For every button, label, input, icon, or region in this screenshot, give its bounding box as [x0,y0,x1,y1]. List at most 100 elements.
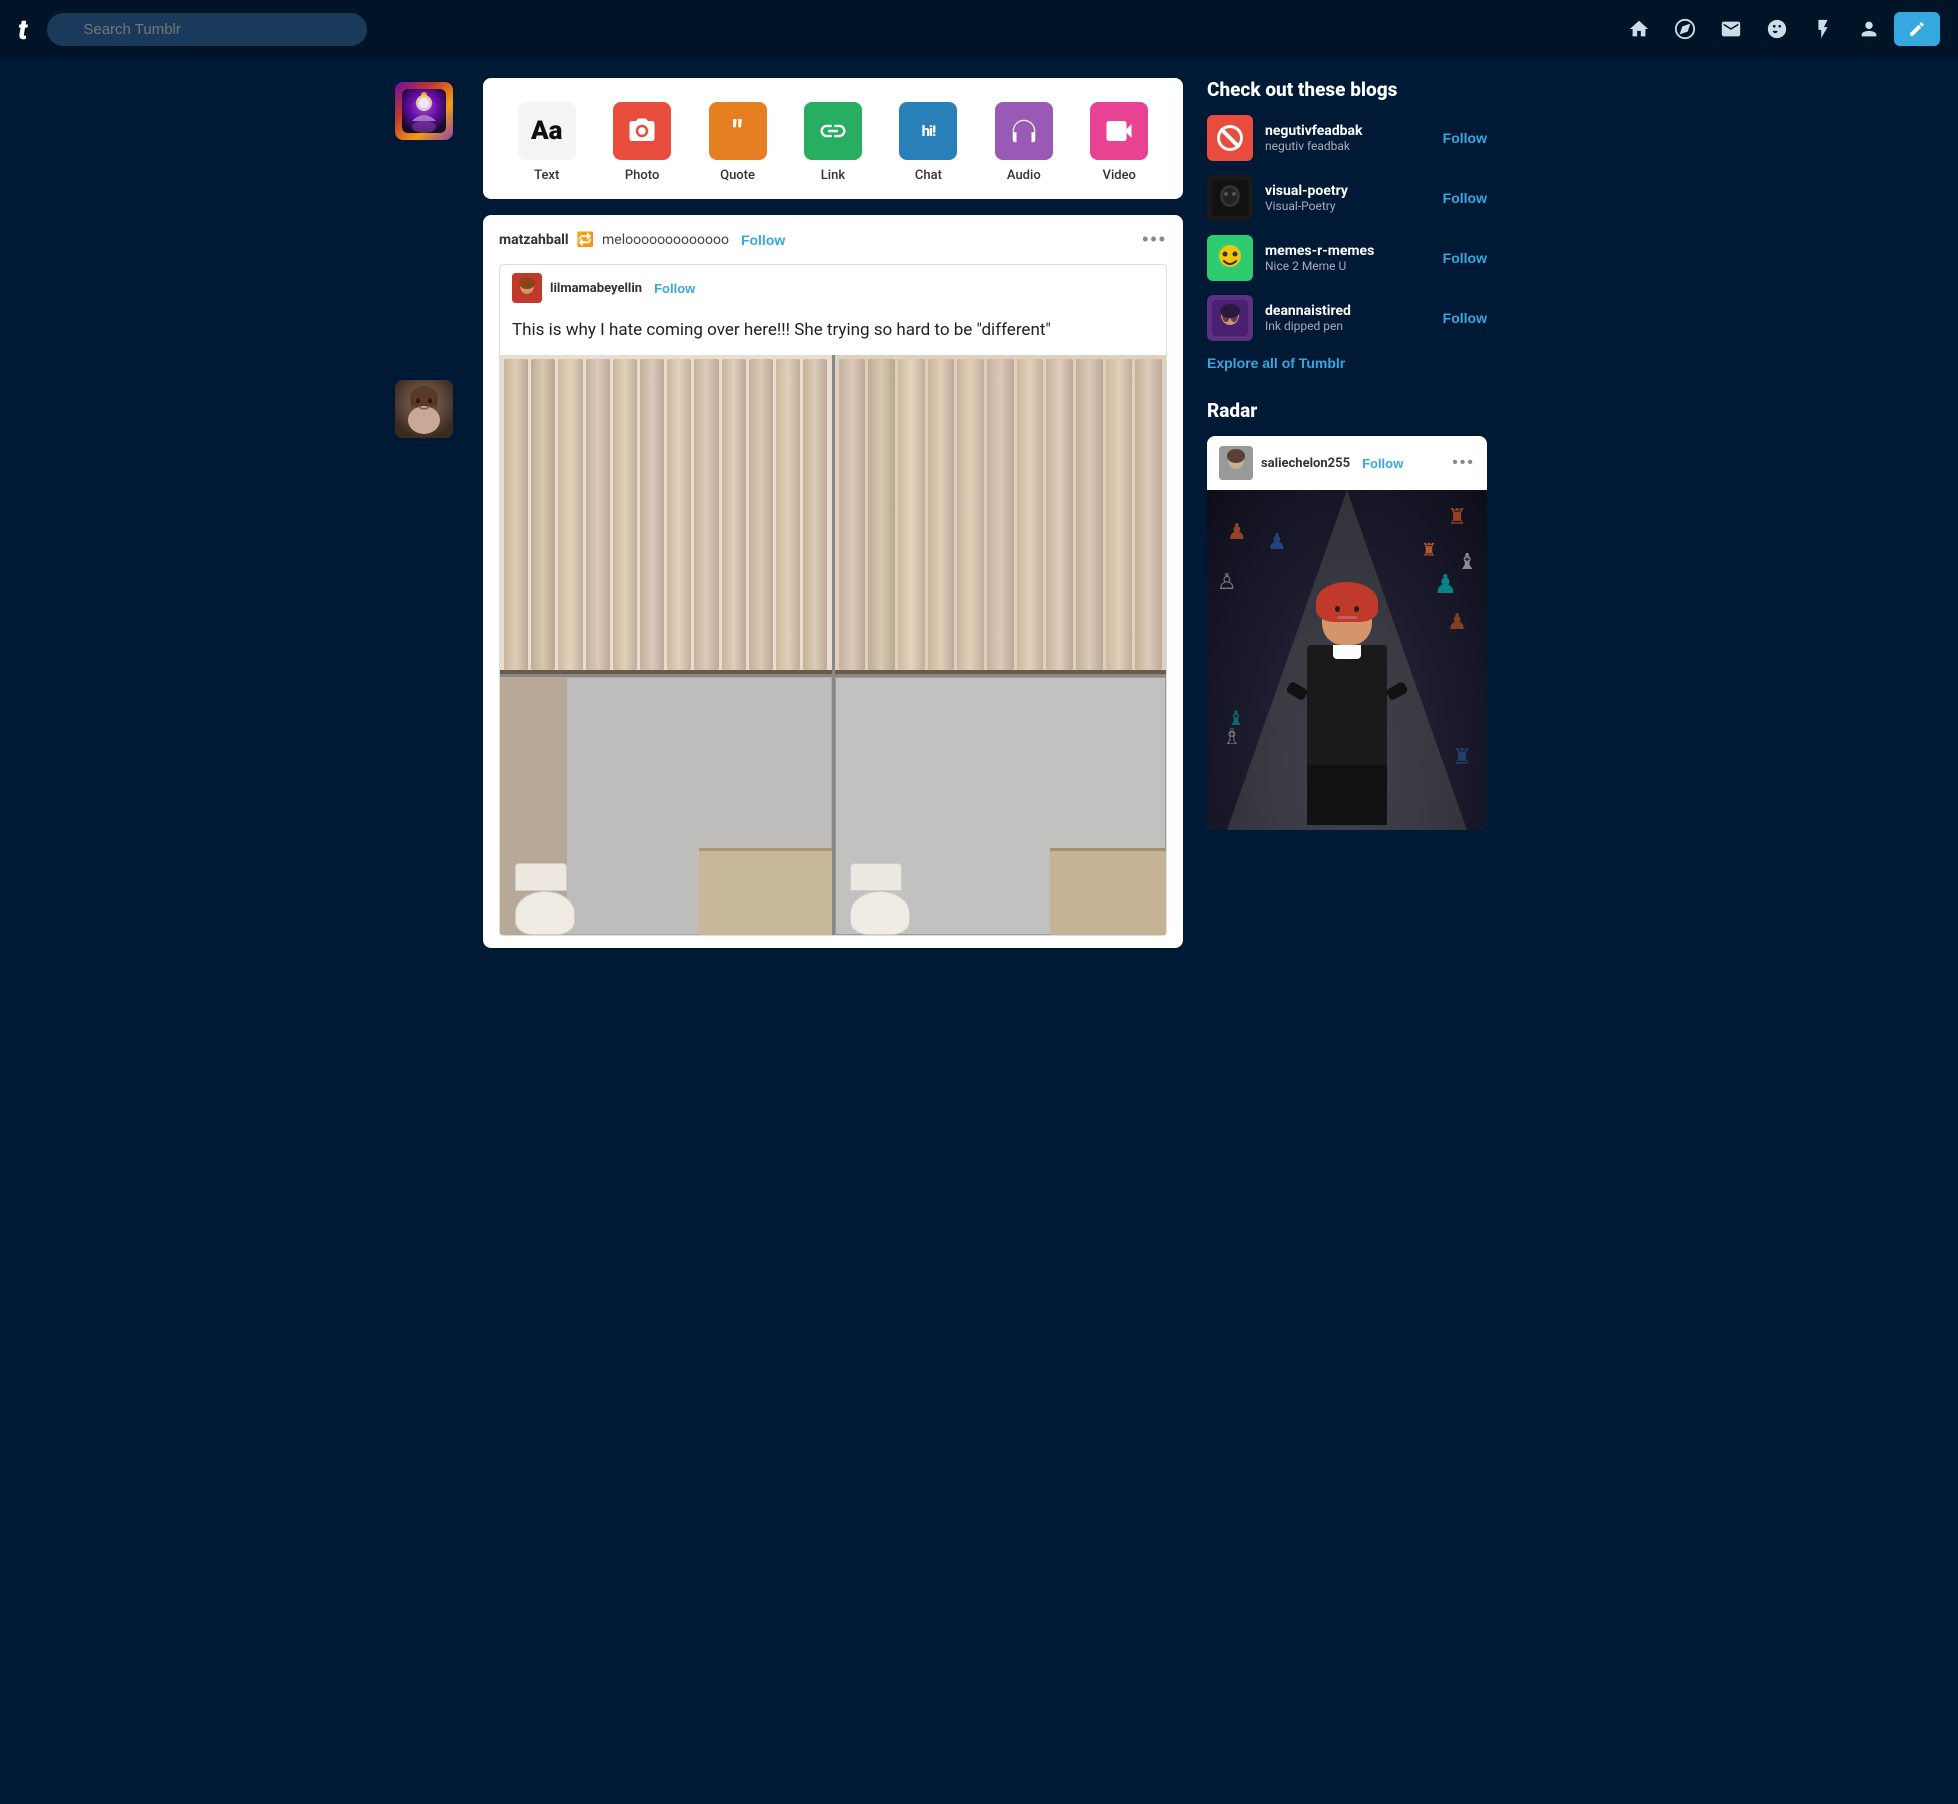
blog-tagline-4: Ink dipped pen [1265,319,1431,333]
post-follow-button[interactable]: Follow [741,232,785,248]
link-label: Link [821,168,845,183]
follow-button-2[interactable]: Follow [1443,190,1487,206]
post-type-quote[interactable]: " Quote [709,102,767,183]
video-label: Video [1103,168,1136,183]
quote-label: Quote [720,168,755,183]
blog-avatar-4[interactable] [1207,295,1253,341]
navbar: t 🔍 [0,0,1958,58]
reblogged-username[interactable]: lilmamabeyellin [550,281,642,296]
follow-button-4[interactable]: Follow [1443,310,1487,326]
quote-icon: " [709,102,767,160]
tumblr-logo[interactable]: t [18,13,27,46]
follow-button-3[interactable]: Follow [1443,250,1487,266]
chess-piece-1: ♟ [1227,520,1247,545]
post-type-text[interactable]: Aa Text [518,102,576,183]
chess-piece-8: ♜ [1452,745,1472,770]
blog-tagline-2: Visual-Poetry [1265,199,1431,213]
video-icon [1090,102,1148,160]
radar-header: saliechelon255 Follow ••• [1207,436,1487,490]
emoji-button[interactable] [1756,10,1798,48]
radar-avatar[interactable] [1219,446,1253,480]
user-avatar-bottom[interactable] [395,380,453,438]
chess-queen-figure [1282,590,1412,830]
post-type-photo[interactable]: Photo [613,102,671,183]
post-more-button[interactable]: ••• [1142,229,1167,250]
audio-label: Audio [1007,168,1041,183]
blog-item-1: negutivfeadbak negutiv feadbak Follow [1207,115,1487,161]
blog-name-2[interactable]: visual-poetry [1265,183,1431,199]
home-button[interactable] [1618,10,1660,48]
radar-card: saliechelon255 Follow ••• ♟ ♜ ♝ ♙ ♟ [1207,436,1487,830]
post-type-audio[interactable]: Audio [995,102,1053,183]
radar-username[interactable]: saliechelon255 [1261,456,1350,471]
chess-piece-2: ♜ [1447,505,1467,530]
audio-icon [995,102,1053,160]
blog-name-3[interactable]: memes-r-memes [1265,243,1431,259]
blog-tagline-1: negutiv feadbak [1265,139,1431,153]
post-type-picker: Aa Text Photo " Quote Link hi! [483,78,1183,199]
blog-info-2: visual-poetry Visual-Poetry [1265,183,1431,213]
chess-piece-4: ♙ [1217,570,1237,595]
blog-name-4[interactable]: deannaistired [1265,303,1431,319]
mail-button[interactable] [1710,10,1752,48]
explore-button[interactable] [1664,10,1706,48]
radar-follow-button[interactable]: Follow [1362,456,1403,471]
post-type-chat[interactable]: hi! Chat [899,102,957,183]
reblogged-header: lilmamabeyellin Follow [500,265,1166,311]
blog-tagline-3: Nice 2 Meme U [1265,259,1431,273]
account-button[interactable] [1848,10,1890,48]
search-input[interactable] [47,13,367,46]
user-avatar-top[interactable] [395,82,453,140]
search-wrapper: 🔍 [47,13,367,46]
photo-label: Photo [625,168,659,183]
feed: Aa Text Photo " Quote Link hi! [483,78,1183,948]
reblogged-content: lilmamabeyellin Follow This is why I hat… [499,264,1167,936]
explore-all-button[interactable]: Explore all of Tumblr [1207,355,1345,371]
post-author[interactable]: matzahball [499,232,569,248]
post-type-link[interactable]: Link [804,102,862,183]
text-label: Text [534,168,559,183]
post-reblogger[interactable]: melooooooooooooo [602,232,729,248]
post-card: matzahball 🔁 melooooooooooooo Follow ••• [483,215,1183,948]
chat-label: Chat [915,168,942,183]
chess-piece-7: ♟ [1267,530,1287,555]
reblogged-text: This is why I hate coming over here!!! S… [500,311,1166,355]
reblogged-follow-button[interactable]: Follow [654,281,695,296]
blogs-section: Check out these blogs negutivfeadbak neg… [1207,78,1487,371]
blog-avatar-3[interactable] [1207,235,1253,281]
activity-button[interactable] [1802,10,1844,48]
compose-button[interactable] [1894,12,1940,46]
blogs-title: Check out these blogs [1207,78,1487,101]
photo-icon [613,102,671,160]
post-image-container [500,355,1166,935]
reblog-icon: 🔁 [577,232,594,248]
radar-image[interactable]: ♟ ♜ ♝ ♙ ♟ ♗ ♟ ♜ [1207,490,1487,830]
left-sidebar [395,78,459,438]
chess-illustration: ♟ ♜ ♝ ♙ ♟ ♗ ♟ ♜ [1207,490,1487,830]
follow-button-1[interactable]: Follow [1443,130,1487,146]
radar-title: Radar [1207,399,1487,422]
radar-section: Radar saliechelon255 Follow ••• [1207,399,1487,830]
blog-info-3: memes-r-memes Nice 2 Meme U [1265,243,1431,273]
navbar-icons [1618,10,1940,48]
chess-piece-3: ♝ [1457,550,1477,575]
main-layout: Aa Text Photo " Quote Link hi! [379,58,1579,968]
post-type-video[interactable]: Video [1090,102,1148,183]
blog-item-4: deannaistired Ink dipped pen Follow [1207,295,1487,341]
reblogged-avatar [512,273,542,303]
blog-info-1: negutivfeadbak negutiv feadbak [1265,123,1431,153]
bathroom-scene [500,355,1166,935]
chat-icon: hi! [899,102,957,160]
blog-name-1[interactable]: negutivfeadbak [1265,123,1431,139]
blog-item-3: memes-r-memes Nice 2 Meme U Follow [1207,235,1487,281]
right-sidebar: Check out these blogs negutivfeadbak neg… [1207,78,1487,858]
link-icon [804,102,862,160]
blog-item-2: visual-poetry Visual-Poetry Follow [1207,175,1487,221]
post-header: matzahball 🔁 melooooooooooooo Follow ••• [483,215,1183,264]
blog-avatar-1[interactable] [1207,115,1253,161]
blog-avatar-2[interactable] [1207,175,1253,221]
text-icon: Aa [518,102,576,160]
radar-more-button[interactable]: ••• [1452,454,1475,472]
chess-piece-5: ♟ [1447,610,1467,635]
blog-info-4: deannaistired Ink dipped pen [1265,303,1431,333]
